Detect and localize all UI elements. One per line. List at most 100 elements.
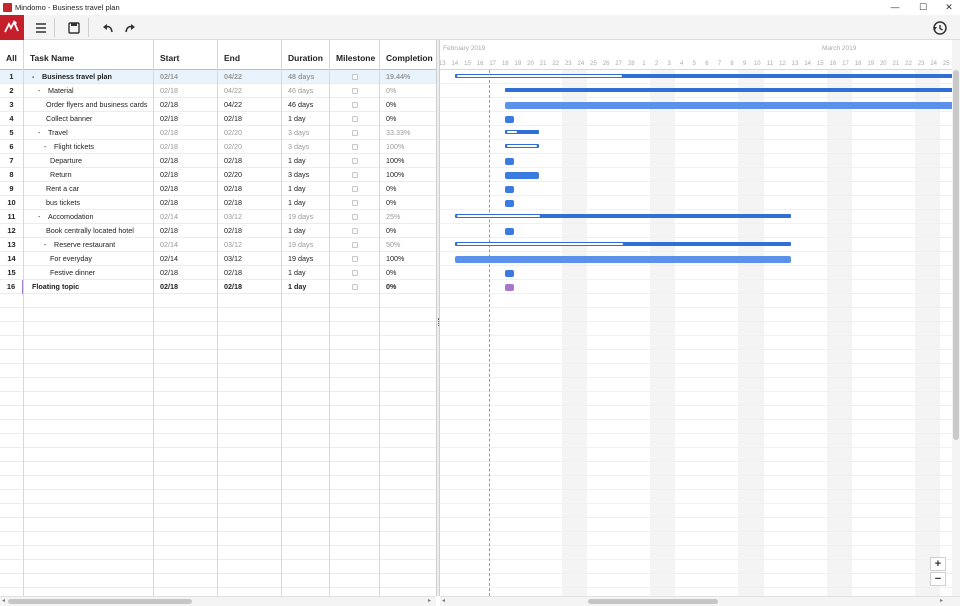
table-row[interactable]: 12 Book centrally located hotel 02/18 02…: [0, 224, 436, 238]
table-row[interactable]: 15 Festive dinner 02/18 02/18 1 day 0%: [0, 266, 436, 280]
end-date-cell[interactable]: 02/18: [218, 154, 282, 168]
task-name-cell[interactable]: Rent a car: [24, 182, 154, 196]
task-bar[interactable]: [505, 186, 514, 193]
duration-cell[interactable]: 46 days: [282, 98, 330, 112]
minimize-icon[interactable]: —: [882, 0, 908, 15]
start-date-cell[interactable]: 02/14: [154, 238, 218, 252]
table-row[interactable]: 10 bus tickets 02/18 02/18 1 day 0%: [0, 196, 436, 210]
end-date-cell[interactable]: 04/22: [218, 70, 282, 84]
duration-cell[interactable]: 3 days: [282, 168, 330, 182]
milestone-checkbox[interactable]: [351, 242, 358, 248]
milestone-checkbox[interactable]: [351, 256, 358, 262]
table-row[interactable]: 13 - Reserve restaurant 02/14 03/12 19 da…: [0, 238, 436, 252]
table-row[interactable]: 9 Rent a car 02/18 02/18 1 day 0%: [0, 182, 436, 196]
task-name[interactable]: Business travel plan: [42, 72, 112, 81]
milestone-cell[interactable]: [330, 140, 380, 154]
task-name[interactable]: Reserve restaurant: [54, 240, 115, 249]
start-date-cell[interactable]: 02/18: [154, 224, 218, 238]
gantt-scroll-thumb[interactable]: [588, 599, 718, 604]
task-bar[interactable]: [454, 256, 791, 263]
duration-cell[interactable]: 1 day: [282, 224, 330, 238]
task-name[interactable]: Material: [48, 86, 74, 95]
task-name-cell[interactable]: Book centrally located hotel: [24, 224, 154, 238]
summary-bar[interactable]: [454, 242, 791, 246]
summary-bar[interactable]: [505, 88, 952, 92]
duration-cell[interactable]: 1 day: [282, 182, 330, 196]
milestone-checkbox[interactable]: [351, 214, 358, 220]
redo-icon[interactable]: [120, 18, 140, 38]
end-date-cell[interactable]: 03/12: [218, 210, 282, 224]
vertical-scroll-thumb[interactable]: [953, 70, 959, 440]
table-row[interactable]: 7 Departure 02/18 02/18 1 day 100%: [0, 154, 436, 168]
mindomo-logo[interactable]: [0, 15, 24, 40]
table-row[interactable]: 8 Return 02/18 02/20 3 days 100%: [0, 168, 436, 182]
end-date-cell[interactable]: 02/20: [218, 140, 282, 154]
duration-cell[interactable]: 46 days: [282, 84, 330, 98]
task-bar[interactable]: [505, 102, 952, 109]
task-name-cell[interactable]: Return: [24, 168, 154, 182]
splitter-grip-icon[interactable]: [438, 318, 439, 326]
duration-cell[interactable]: 3 days: [282, 140, 330, 154]
header-all[interactable]: All: [0, 40, 24, 70]
gantt-horizontal-scrollbar[interactable]: ◂ ▸: [440, 596, 960, 606]
task-name-cell[interactable]: - Material: [24, 84, 154, 98]
milestone-checkbox[interactable]: [351, 158, 358, 164]
milestone-cell[interactable]: [330, 266, 380, 280]
end-date-cell[interactable]: 02/18: [218, 224, 282, 238]
table-row[interactable]: 6 - Flight tickets 02/18 02/20 3 days 100…: [0, 140, 436, 154]
milestone-checkbox[interactable]: [351, 74, 358, 80]
milestone-cell[interactable]: [330, 154, 380, 168]
task-name-cell[interactable]: - Accomodation: [24, 210, 154, 224]
summary-bar[interactable]: [505, 144, 539, 148]
history-icon[interactable]: [930, 18, 950, 38]
maximize-icon[interactable]: ☐: [910, 0, 936, 15]
floating-task-bar[interactable]: [505, 284, 514, 291]
milestone-cell[interactable]: [330, 224, 380, 238]
end-date-cell[interactable]: 04/22: [218, 84, 282, 98]
task-name-cell[interactable]: Floating topic: [24, 280, 154, 294]
duration-cell[interactable]: 1 day: [282, 154, 330, 168]
task-name[interactable]: bus tickets: [46, 198, 80, 207]
milestone-checkbox[interactable]: [351, 200, 358, 206]
milestone-checkbox[interactable]: [351, 284, 358, 290]
completion-cell[interactable]: 0%: [380, 280, 436, 294]
completion-cell[interactable]: 0%: [380, 84, 436, 98]
milestone-cell[interactable]: [330, 98, 380, 112]
collapse-toggle-icon[interactable]: -: [38, 210, 48, 224]
milestone-checkbox[interactable]: [351, 102, 358, 108]
task-name-cell[interactable]: bus tickets: [24, 196, 154, 210]
table-row[interactable]: 11 - Accomodation 02/14 03/12 19 days 25%: [0, 210, 436, 224]
milestone-cell[interactable]: [330, 196, 380, 210]
end-date-cell[interactable]: 02/18: [218, 266, 282, 280]
milestone-checkbox[interactable]: [351, 186, 358, 192]
milestone-cell[interactable]: [330, 70, 380, 84]
end-date-cell[interactable]: 02/18: [218, 280, 282, 294]
task-name-cell[interactable]: - Reserve restaurant: [24, 238, 154, 252]
completion-cell[interactable]: 100%: [380, 168, 436, 182]
milestone-cell[interactable]: [330, 84, 380, 98]
start-date-cell[interactable]: 02/18: [154, 126, 218, 140]
table-row[interactable]: 16 Floating topic 02/18 02/18 1 day 0%: [0, 280, 436, 294]
duration-cell[interactable]: 19 days: [282, 252, 330, 266]
milestone-checkbox[interactable]: [351, 144, 358, 150]
summary-bar[interactable]: [454, 214, 791, 218]
task-bar[interactable]: [505, 158, 514, 165]
milestone-cell[interactable]: [330, 252, 380, 266]
duration-cell[interactable]: 19 days: [282, 210, 330, 224]
start-date-cell[interactable]: 02/14: [154, 210, 218, 224]
duration-cell[interactable]: 48 days: [282, 70, 330, 84]
start-date-cell[interactable]: 02/14: [154, 70, 218, 84]
milestone-cell[interactable]: [330, 126, 380, 140]
end-date-cell[interactable]: 03/12: [218, 238, 282, 252]
start-date-cell[interactable]: 02/14: [154, 252, 218, 266]
duration-cell[interactable]: 1 day: [282, 196, 330, 210]
completion-cell[interactable]: 33.33%: [380, 126, 436, 140]
table-row[interactable]: 2 - Material 02/18 04/22 46 days 0%: [0, 84, 436, 98]
vertical-scrollbar[interactable]: [952, 40, 960, 596]
milestone-cell[interactable]: [330, 238, 380, 252]
table-row[interactable]: 4 Collect banner 02/18 02/18 1 day 0%: [0, 112, 436, 126]
table-scroll-thumb[interactable]: [8, 599, 192, 604]
table-row[interactable]: 5 - Travel 02/18 02/20 3 days 33.33%: [0, 126, 436, 140]
completion-cell[interactable]: 0%: [380, 196, 436, 210]
task-name[interactable]: Travel: [48, 128, 68, 137]
